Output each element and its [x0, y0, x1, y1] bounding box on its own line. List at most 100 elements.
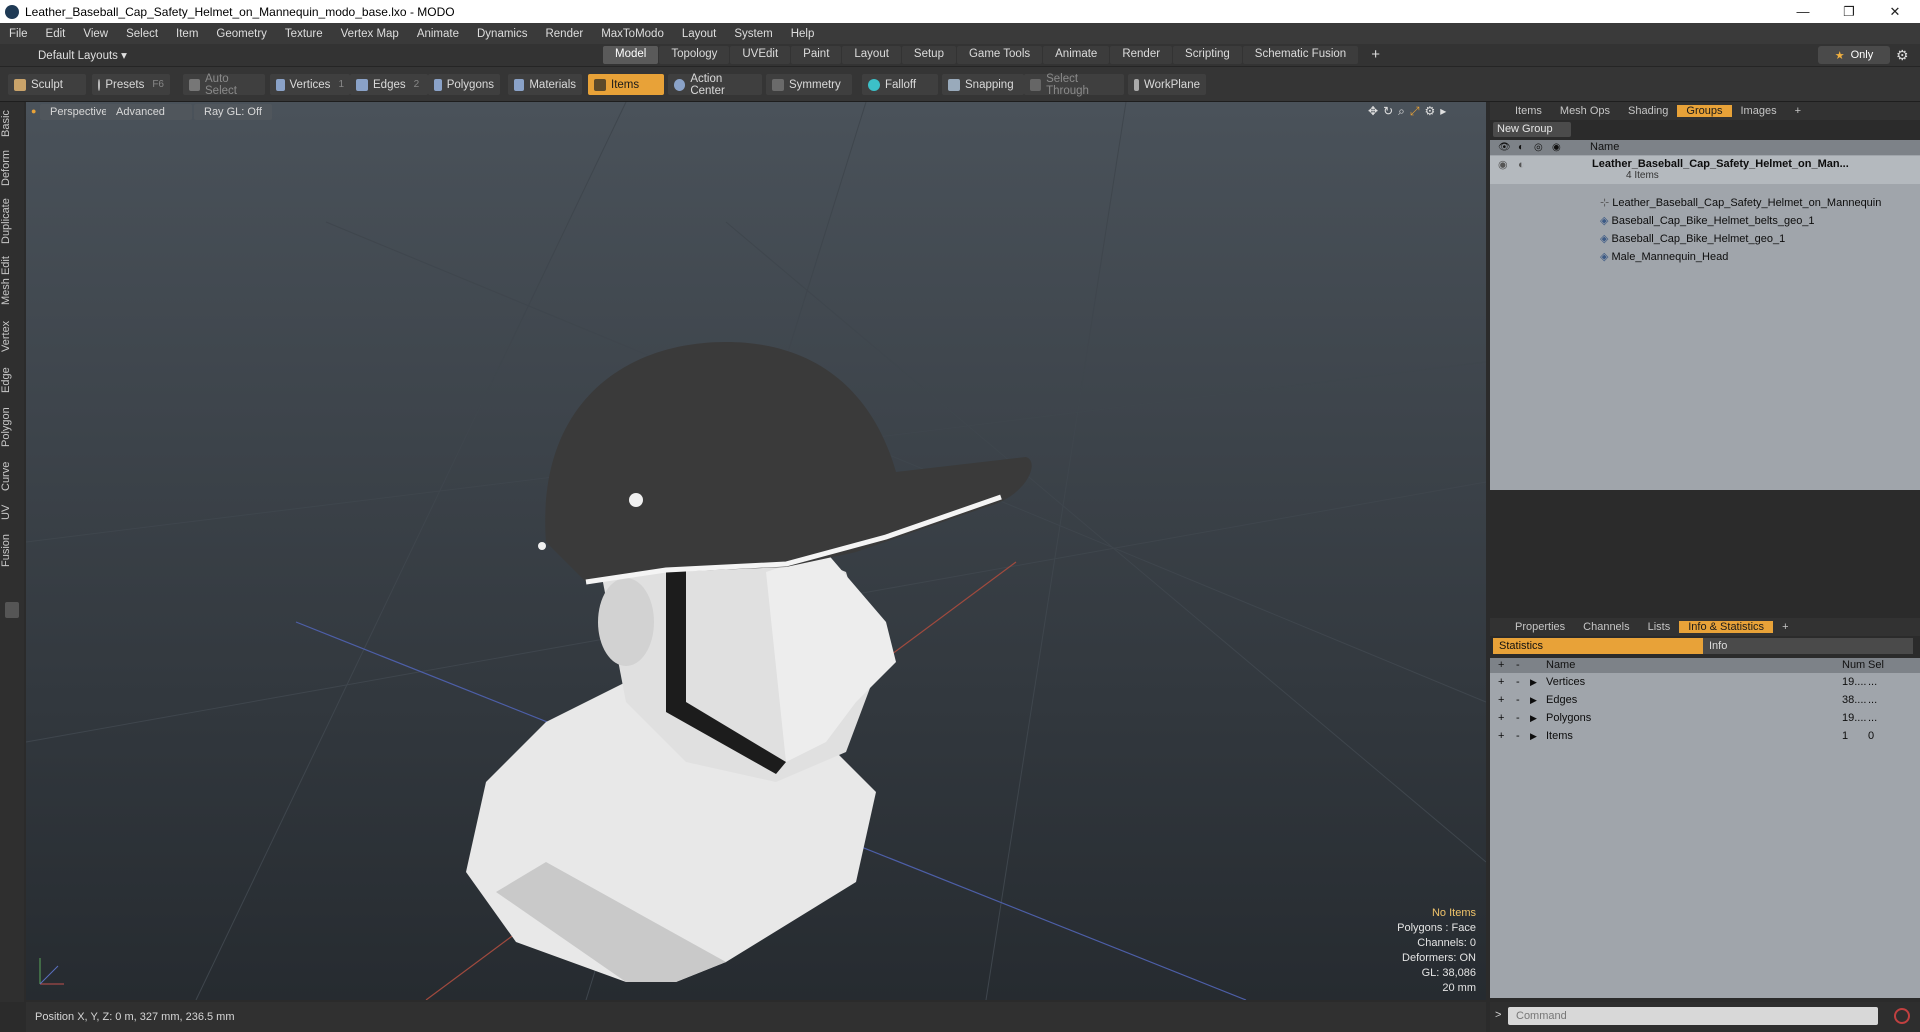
raygl-button[interactable]: Ray GL: Off	[194, 104, 272, 120]
fit-icon[interactable]: ⤢	[1410, 104, 1420, 119]
menu-file[interactable]: File	[0, 28, 37, 40]
render-toggle-icon[interactable]: ◐	[1518, 156, 1525, 174]
tab-images[interactable]: Images	[1732, 105, 1786, 117]
stats-row[interactable]: + - ▶ Edges 38.... ...	[1490, 691, 1920, 709]
add-icon[interactable]: +	[1498, 691, 1504, 709]
workplane-button[interactable]: WorkPlane	[1128, 74, 1206, 95]
expand-arrow-icon[interactable]: ▶	[1530, 673, 1537, 691]
pan-icon[interactable]: ✥	[1368, 104, 1378, 119]
viewport-menu-icon[interactable]: ●	[31, 106, 36, 116]
new-group-button[interactable]: New Group	[1493, 122, 1571, 137]
menu-maxtomodo[interactable]: MaxToModo	[592, 28, 673, 40]
tab-model[interactable]: Model	[603, 46, 659, 64]
add-panel-tab-button[interactable]: +	[1786, 105, 1810, 117]
tab-channels[interactable]: Channels	[1574, 621, 1638, 633]
tab-uvedit[interactable]: UVEdit	[730, 46, 791, 64]
expand-arrow-icon[interactable]: ▶	[1530, 709, 1537, 727]
zoom-icon[interactable]: ⌕	[1398, 104, 1405, 119]
command-input[interactable]: Command	[1508, 1007, 1878, 1025]
presets-button[interactable]: Presets F6	[92, 74, 170, 95]
select-through-button[interactable]: Select Through	[1024, 73, 1124, 97]
info-tab[interactable]: Info	[1703, 638, 1913, 654]
vtab-deform[interactable]: Deform	[0, 146, 24, 190]
expand-arrow-icon[interactable]: ▶	[1530, 727, 1537, 745]
menu-system[interactable]: System	[725, 28, 781, 40]
vtab-uv[interactable]: UV	[0, 500, 24, 524]
menu-render[interactable]: Render	[536, 28, 592, 40]
expand-arrow-icon[interactable]: ▶	[1530, 691, 1537, 709]
menu-view[interactable]: View	[74, 28, 117, 40]
vtab-duplicate[interactable]: Duplicate	[0, 194, 24, 248]
record-icon[interactable]	[1894, 1008, 1910, 1024]
viewport-settings-icon[interactable]: ⚙	[1424, 104, 1435, 119]
menu-dynamics[interactable]: Dynamics	[468, 28, 536, 40]
vtab-edge[interactable]: Edge	[0, 362, 24, 398]
menu-item[interactable]: Item	[167, 28, 207, 40]
group-child-row[interactable]: ◈ Baseball_Cap_Bike_Helmet_geo_1	[1600, 230, 1785, 248]
tab-properties[interactable]: Properties	[1506, 621, 1574, 633]
tab-mesh-ops[interactable]: Mesh Ops	[1551, 105, 1619, 117]
polygons-button[interactable]: Polygons	[428, 74, 500, 95]
tab-lists[interactable]: Lists	[1639, 621, 1680, 633]
remove-icon[interactable]: -	[1516, 727, 1520, 745]
menu-vertex-map[interactable]: Vertex Map	[332, 28, 408, 40]
add-panel-tab-button[interactable]: +	[1773, 621, 1797, 633]
perspective-button[interactable]: Perspective	[40, 104, 110, 120]
group-child-row[interactable]: ⊹ Leather_Baseball_Cap_Safety_Helmet_on_…	[1600, 194, 1881, 212]
collapse-all-icon[interactable]: -	[1516, 658, 1520, 673]
vtab-basic[interactable]: Basic	[0, 106, 24, 142]
minimize-button[interactable]: —	[1780, 0, 1826, 23]
menu-geometry[interactable]: Geometry	[207, 28, 276, 40]
visibility-toggle-icon[interactable]: ◉	[1498, 156, 1508, 174]
tab-scripting[interactable]: Scripting	[1173, 46, 1242, 64]
stats-row[interactable]: + - ▶ Vertices 19.... ...	[1490, 673, 1920, 691]
menu-edit[interactable]: Edit	[37, 28, 75, 40]
tab-shading[interactable]: Shading	[1619, 105, 1677, 117]
group-child-row[interactable]: ◈ Male_Mannequin_Head	[1600, 248, 1728, 266]
items-button[interactable]: Items	[588, 74, 664, 95]
materials-button[interactable]: Materials	[508, 74, 582, 95]
menu-help[interactable]: Help	[782, 28, 824, 40]
add-icon[interactable]: +	[1498, 709, 1504, 727]
stats-row[interactable]: + - ▶ Polygons 19.... ...	[1490, 709, 1920, 727]
tab-layout[interactable]: Layout	[842, 46, 901, 64]
tab-info-statistics[interactable]: Info & Statistics	[1679, 621, 1774, 633]
remove-icon[interactable]: -	[1516, 673, 1520, 691]
tab-topology[interactable]: Topology	[659, 46, 730, 64]
tab-render[interactable]: Render	[1110, 46, 1173, 64]
expand-all-icon[interactable]: +	[1498, 658, 1504, 673]
statistics-tab[interactable]: Statistics	[1493, 638, 1703, 654]
vtab-vertex[interactable]: Vertex	[0, 314, 24, 358]
tab-game-tools[interactable]: Game Tools	[956, 46, 1043, 64]
tab-paint[interactable]: Paint	[791, 46, 842, 64]
tab-groups[interactable]: Groups	[1677, 105, 1732, 117]
group-child-row[interactable]: ◈ Baseball_Cap_Bike_Helmet_belts_geo_1	[1600, 212, 1815, 230]
falloff-button[interactable]: Falloff	[862, 74, 938, 95]
edges-button[interactable]: Edges 2	[350, 74, 428, 95]
add-tab-button[interactable]: +	[1359, 46, 1392, 64]
3d-viewport[interactable]: ● Perspective Advanced Ray GL: Off ✥ ↻ ⌕…	[26, 102, 1486, 1000]
tab-animate[interactable]: Animate	[1043, 46, 1110, 64]
remove-icon[interactable]: -	[1516, 709, 1520, 727]
vtab-mesh-edit[interactable]: Mesh Edit	[0, 252, 24, 310]
menu-texture[interactable]: Texture	[276, 28, 332, 40]
menu-layout[interactable]: Layout	[673, 28, 726, 40]
add-icon[interactable]: +	[1498, 727, 1504, 745]
tab-items[interactable]: Items	[1506, 105, 1551, 117]
menu-animate[interactable]: Animate	[408, 28, 468, 40]
remove-icon[interactable]: -	[1516, 691, 1520, 709]
gear-icon[interactable]: ⚙	[1896, 47, 1909, 64]
group-root-row[interactable]: ◉ ◐ Leather_Baseball_Cap_Safety_Helmet_o…	[1490, 156, 1920, 184]
vtab-curve[interactable]: Curve	[0, 456, 24, 496]
expand-toolbox-button[interactable]	[5, 602, 19, 618]
advanced-button[interactable]: Advanced	[106, 104, 192, 120]
vtab-fusion[interactable]: Fusion	[0, 528, 24, 572]
tab-setup[interactable]: Setup	[901, 46, 956, 64]
close-button[interactable]: ✕	[1872, 0, 1918, 23]
tab-schematic-fusion[interactable]: Schematic Fusion	[1242, 46, 1359, 64]
rotate-icon[interactable]: ↻	[1383, 104, 1393, 119]
viewport-arrow-icon[interactable]: ▸	[1440, 104, 1446, 119]
menu-select[interactable]: Select	[117, 28, 167, 40]
add-icon[interactable]: +	[1498, 673, 1504, 691]
symmetry-button[interactable]: Symmetry	[766, 74, 852, 95]
